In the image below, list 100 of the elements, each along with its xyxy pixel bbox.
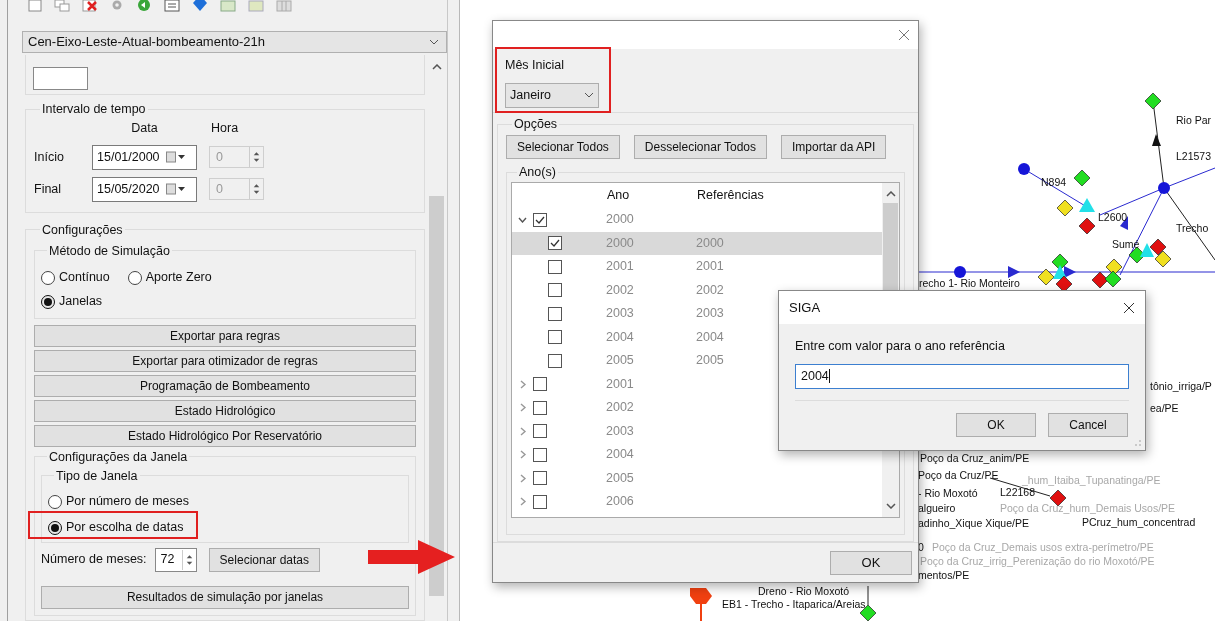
checkbox[interactable] bbox=[533, 377, 547, 392]
chevron-right-icon[interactable] bbox=[518, 450, 527, 460]
diamond-node bbox=[1149, 238, 1167, 256]
checkbox[interactable] bbox=[548, 236, 562, 251]
arrowhead bbox=[1152, 134, 1161, 146]
year-cell-text: 2005 bbox=[605, 469, 635, 487]
dialog-button[interactable]: Cancel bbox=[1048, 412, 1128, 437]
checkbox[interactable] bbox=[548, 283, 562, 298]
calendar-icon[interactable] bbox=[165, 183, 186, 196]
checkbox[interactable] bbox=[533, 212, 547, 227]
column-header: Data bbox=[130, 120, 159, 137]
refresh-icon[interactable] bbox=[136, 0, 152, 12]
chevron-right-icon[interactable] bbox=[518, 473, 527, 483]
radio-indicator[interactable] bbox=[48, 520, 62, 535]
diamond-node bbox=[1078, 217, 1096, 235]
year-cell-text: 2000 bbox=[605, 234, 635, 252]
chevron-up-icon[interactable] bbox=[431, 64, 442, 70]
radio-button[interactable]: Contínuo bbox=[41, 267, 110, 288]
window-title: SIGA bbox=[789, 298, 821, 317]
checkbox[interactable] bbox=[548, 259, 562, 274]
chevron-down-icon[interactable] bbox=[518, 216, 527, 223]
chevron-right-icon[interactable] bbox=[518, 426, 527, 436]
reference-cell-text: 2000 bbox=[695, 234, 724, 252]
radio-indicator[interactable] bbox=[48, 494, 62, 509]
radio-indicator[interactable] bbox=[127, 270, 142, 285]
action-button[interactable]: Estado Hidrológico Por Reservatório bbox=[34, 424, 416, 447]
action-button[interactable]: Estado Hidrológico bbox=[34, 399, 416, 422]
action-button[interactable]: Programação de Bombeamento bbox=[34, 374, 416, 397]
reference-cell-text: 2003 bbox=[695, 305, 724, 323]
chevron-right-icon[interactable] bbox=[518, 403, 527, 413]
radio-button[interactable]: Por número de meses bbox=[48, 491, 402, 512]
map-label: Rio Par bbox=[1176, 114, 1211, 126]
checkbox[interactable] bbox=[533, 494, 547, 509]
diamond-node bbox=[1154, 250, 1172, 268]
year-cell-text: 2004 bbox=[605, 328, 635, 346]
map-label: tônio_irriga/P bbox=[1150, 380, 1212, 392]
results-button[interactable]: Resultados de simulação por janelas bbox=[41, 585, 409, 609]
map-label: EB1 - Trecho - Itaparica/Areias bbox=[722, 598, 866, 610]
field-label: Início bbox=[34, 148, 65, 166]
close-icon[interactable] bbox=[1123, 301, 1135, 314]
radio-button[interactable]: Janelas bbox=[41, 291, 409, 312]
dialog-button[interactable]: OK bbox=[956, 412, 1036, 437]
checkbox[interactable] bbox=[533, 424, 547, 439]
map-label: Trecho bbox=[1176, 222, 1209, 234]
action-button[interactable]: Importar da API bbox=[781, 135, 887, 159]
diamond-icon[interactable] bbox=[192, 0, 208, 12]
chevron-up-icon[interactable] bbox=[885, 191, 896, 197]
action-button[interactable]: Desselecionar Todos bbox=[633, 135, 768, 159]
input-field[interactable] bbox=[33, 67, 88, 90]
tree-row[interactable]: 2000 bbox=[512, 208, 882, 232]
chevron-right-icon[interactable] bbox=[518, 379, 527, 389]
map-label: L21573 bbox=[1176, 150, 1212, 162]
scrollbar-thumb[interactable] bbox=[429, 196, 444, 596]
triangle-node bbox=[1140, 243, 1154, 257]
map-label: mentos/PE bbox=[918, 569, 970, 581]
year-cell-text: 2004 bbox=[605, 446, 635, 464]
radio-button[interactable]: Por escolha de datas bbox=[48, 517, 402, 538]
year-cell-text: 2002 bbox=[605, 281, 635, 299]
diamond-node bbox=[1105, 258, 1123, 276]
map-label: L22168 bbox=[1000, 486, 1036, 498]
radio-indicator[interactable] bbox=[41, 270, 55, 285]
radio-indicator[interactable] bbox=[41, 294, 55, 309]
checkbox[interactable] bbox=[533, 471, 547, 486]
chevron-down-icon[interactable] bbox=[885, 503, 896, 509]
map-label: recho 1- Rio Monteiro bbox=[919, 277, 1020, 289]
action-button[interactable]: Selecionar Todos bbox=[506, 135, 620, 159]
tree-row[interactable]: 2001 2001 bbox=[512, 255, 882, 279]
chevron-down-icon bbox=[429, 39, 439, 45]
checkbox[interactable] bbox=[548, 353, 562, 368]
map-label: Poço da Cruz_hum_Demais Usos/PE bbox=[1000, 502, 1176, 514]
list-icon[interactable] bbox=[164, 0, 180, 12]
radio-button[interactable]: Aporte Zero bbox=[127, 267, 212, 288]
tree-row[interactable]: 2005 bbox=[512, 466, 882, 490]
chevron-right-icon[interactable] bbox=[518, 497, 527, 507]
diamond-node bbox=[1056, 199, 1074, 217]
map-label: ea/PE bbox=[1150, 402, 1179, 414]
month-dropdown[interactable]: Janeiro bbox=[505, 82, 599, 108]
select-dates-button[interactable]: Selecionar datas bbox=[208, 547, 320, 572]
input-field[interactable]: 2004 bbox=[795, 363, 1129, 389]
resize-grip-icon[interactable] bbox=[1134, 439, 1142, 447]
checkbox[interactable] bbox=[533, 400, 547, 415]
action-button[interactable]: Exportar para regras bbox=[34, 324, 416, 347]
ok-button[interactable]: OK bbox=[830, 550, 912, 575]
scenario-dropdown[interactable]: Cen-Eixo-Leste-Atual-bombeamento-21h bbox=[22, 31, 447, 53]
checkbox[interactable] bbox=[533, 447, 547, 462]
checkbox[interactable] bbox=[548, 306, 562, 321]
year-cell-text: 2003 bbox=[605, 422, 635, 440]
checkbox[interactable] bbox=[548, 330, 562, 345]
tree-row[interactable]: 2006 bbox=[512, 490, 882, 514]
tree-row[interactable]: 2004 bbox=[512, 443, 882, 467]
map-label: L2600 bbox=[1098, 211, 1128, 223]
group-title: Intervalo de tempo bbox=[41, 102, 147, 116]
action-button[interactable]: Exportar para otimizador de regras bbox=[34, 349, 416, 372]
calendar-icon[interactable] bbox=[165, 151, 186, 164]
field-label: Mês Inicial bbox=[505, 57, 566, 74]
months-spinner[interactable]: 72 bbox=[154, 547, 197, 572]
map-label: algueiro bbox=[918, 502, 956, 514]
delete-icon[interactable] bbox=[82, 0, 98, 12]
pump-node bbox=[690, 588, 712, 621]
diamond-node bbox=[1104, 270, 1122, 288]
